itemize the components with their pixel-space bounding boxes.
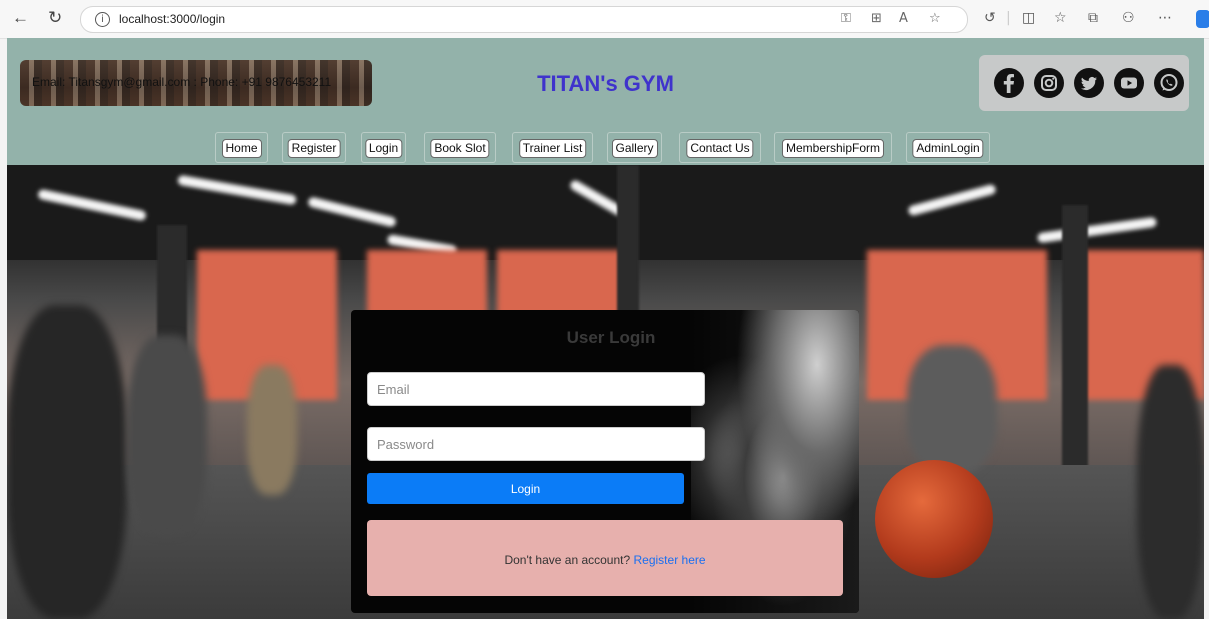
twitter-icon[interactable] [1073,67,1105,99]
password-input[interactable] [367,427,705,461]
nav-trainer-list[interactable]: Trainer List [512,132,593,163]
nav-book-slot-label[interactable]: Book Slot [430,139,490,158]
pillar [1062,205,1088,485]
nav-register-label[interactable]: Register [287,139,341,158]
gym-equipment [127,335,207,535]
nav-contact-us[interactable]: Contact Us [679,132,761,163]
back-arrow-icon[interactable]: ← [12,9,29,27]
copilot-icon[interactable] [1196,10,1209,28]
login-card: User Login Login Don't have an account? … [351,310,859,613]
contact-banner: Email: Titansgym@gmail.com : Phone: +91 … [20,60,372,106]
exercise-ball [875,460,993,578]
nav-gallery-label[interactable]: Gallery [611,139,658,158]
nav-gallery[interactable]: Gallery [607,132,662,163]
read-aloud-icon[interactable]: A [899,11,908,26]
nav-membership-form[interactable]: MembershipForm [774,132,892,163]
youtube-icon[interactable] [1113,67,1145,99]
nav-register[interactable]: Register [282,132,346,163]
split-screen-icon[interactable]: ◫ [1022,10,1035,26]
extensions-icon[interactable]: ⚇ [1122,10,1135,26]
nav-login[interactable]: Login [361,132,406,163]
register-prompt-text: Don't have an account? [504,553,631,567]
social-links [979,55,1189,111]
main-nav: Home Register Login Book Slot Trainer Li… [7,132,1204,164]
toolbar-divider: | [1006,10,1011,26]
gym-equipment [7,305,127,619]
nav-login-label[interactable]: Login [364,139,403,158]
contact-info: Email: Titansgym@gmail.com : Phone: +91 … [32,75,332,89]
info-icon[interactable]: i [95,12,110,27]
nav-admin-login-label[interactable]: AdminLogin [912,139,984,158]
refresh-alt-icon[interactable]: ↺ [984,10,996,26]
pillar [617,165,639,325]
register-link[interactable]: Register here [634,553,706,567]
favorites-list-icon[interactable]: ☆ [1054,10,1067,26]
site-header: Email: Titansgym@gmail.com : Phone: +91 … [7,38,1204,165]
grid-icon[interactable]: ⊞ [871,11,882,26]
person-figure [247,365,297,495]
register-prompt-box: Don't have an account? Register here [367,520,843,596]
address-bar[interactable]: i localhost:3000/login ⚿ ⊞ A ☆ [80,6,968,33]
register-prompt: Don't have an account? Register here [367,553,843,567]
nav-home-label[interactable]: Home [221,139,262,158]
favorite-star-icon[interactable]: ☆ [929,11,941,26]
login-button[interactable]: Login [367,473,684,504]
instagram-icon[interactable] [1033,67,1065,99]
refresh-icon[interactable]: ↻ [48,9,62,27]
whatsapp-icon[interactable] [1153,67,1185,99]
nav-admin-login[interactable]: AdminLogin [906,132,990,163]
login-title: User Login [566,328,656,347]
person-figure [1137,365,1204,619]
collections-icon[interactable]: ⧉ [1088,10,1098,26]
nav-membership-form-label[interactable]: MembershipForm [781,139,885,158]
gym-equipment [907,345,997,475]
nav-book-slot[interactable]: Book Slot [424,132,496,163]
key-icon[interactable]: ⚿ [841,11,851,26]
browser-toolbar: ← ↻ i localhost:3000/login ⚿ ⊞ A ☆ ↺ | ◫… [0,0,1209,39]
nav-contact-us-label[interactable]: Contact Us [686,139,754,158]
nav-trainer-list-label[interactable]: Trainer List [518,139,587,158]
nav-home[interactable]: Home [215,132,268,163]
more-menu-icon[interactable]: ⋯ [1158,10,1172,26]
url-text[interactable]: localhost:3000/login [119,12,225,26]
email-input[interactable] [367,372,705,406]
facebook-icon[interactable] [993,67,1025,99]
